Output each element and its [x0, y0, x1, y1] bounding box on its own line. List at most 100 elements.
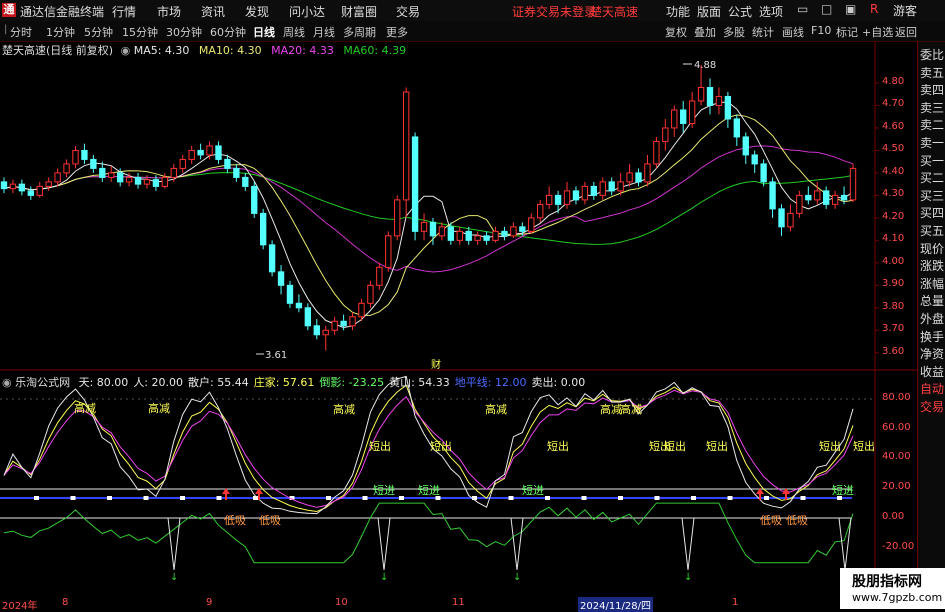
quote-field-6[interactable]: 买一	[920, 152, 944, 169]
tab-30min[interactable]: 30分钟	[166, 24, 202, 40]
candle-body	[590, 185, 598, 196]
indicator-value-2: 散户: 55.44	[188, 376, 249, 389]
candle-body	[778, 208, 785, 228]
menu-ask[interactable]: 问小达	[289, 3, 325, 20]
draw-button[interactable]: 画线	[782, 24, 804, 40]
quote-field-11[interactable]: 现价	[920, 240, 944, 257]
horizon-tick	[34, 496, 39, 500]
quote-field-5[interactable]: 卖一	[920, 134, 944, 151]
indicator-value-0: 天: 80.00	[78, 376, 129, 389]
candle	[635, 168, 642, 187]
quote-field-19[interactable]: 自动	[920, 380, 944, 397]
tab-monthly[interactable]: 月线	[313, 24, 335, 40]
candle-body	[63, 163, 70, 174]
candle-body	[376, 266, 383, 286]
candle-body	[545, 194, 553, 205]
adjust-button[interactable]: 复权	[665, 24, 687, 40]
candle	[742, 132, 749, 164]
quote-field-1[interactable]: 卖五	[920, 64, 944, 81]
candle	[0, 177, 8, 194]
spike-arrow-3: ↓	[684, 572, 692, 583]
candle-body	[715, 95, 723, 106]
tab-more[interactable]: 更多	[386, 24, 408, 40]
restore-icon[interactable]: □	[821, 2, 832, 16]
legend-toggle-icon[interactable]: ◉	[121, 44, 131, 57]
tab-multi-period[interactable]: 多周期	[343, 24, 376, 40]
quote-field-16[interactable]: 换手	[920, 328, 944, 345]
tab-1min[interactable]: 1分钟	[46, 24, 75, 40]
stats-button[interactable]: 统计	[752, 24, 774, 40]
menu-trade[interactable]: 交易	[396, 3, 420, 20]
candle-body	[688, 100, 696, 124]
price-grid	[875, 82, 879, 354]
candle-body	[751, 154, 758, 165]
quote-field-10[interactable]: 买五	[920, 222, 944, 239]
menu-options[interactable]: 选项	[759, 3, 783, 20]
quote-panel[interactable]: 委比 卖五 卖四 卖三 卖二 卖一 买一 买二 买三 买四 买五 现价 涨跌 涨幅 总量 外盘 换手 净资 收益 自动…	[917, 42, 945, 609]
quote-field-15[interactable]: 外盘	[920, 310, 944, 327]
candle	[537, 199, 544, 223]
watermark-title: 股朋指标网	[852, 574, 922, 590]
candle-body	[831, 194, 839, 205]
fin-marker[interactable]: 财	[431, 358, 441, 371]
candle	[733, 114, 741, 146]
candle-body	[528, 217, 535, 232]
quote-field-20[interactable]: 交易	[920, 398, 944, 415]
close-icon[interactable]: ▣	[845, 2, 856, 16]
quote-field-12[interactable]: 涨跌	[920, 257, 944, 274]
horizon-tick	[362, 496, 368, 500]
quote-field-8[interactable]: 买三	[920, 187, 944, 204]
menu-wealth[interactable]: 财富圈	[341, 3, 377, 20]
candle	[322, 325, 329, 351]
menu-discover[interactable]: 发现	[245, 3, 269, 20]
login-notice[interactable]: 证券交易未登录	[512, 3, 596, 20]
expand-icon[interactable]: |	[4, 24, 7, 35]
tab-15min[interactable]: 15分钟	[122, 24, 158, 40]
quote-field-7[interactable]: 买二	[920, 169, 944, 186]
candle	[438, 222, 446, 241]
quote-field-13[interactable]: 涨幅	[920, 275, 944, 292]
tab-60min[interactable]: 60分钟	[210, 24, 246, 40]
quote-field-0[interactable]: 委比	[920, 46, 944, 63]
date-label-4: 11	[452, 597, 465, 608]
menu-formula[interactable]: 公式	[728, 3, 752, 20]
tab-intraday[interactable]: 分时	[10, 24, 32, 40]
tab-daily[interactable]: 日线	[253, 24, 275, 40]
menu-news[interactable]: 资讯	[201, 3, 225, 20]
candle-body	[304, 307, 312, 327]
kline-chart[interactable]: 4.88 3.61 财 ↓↓↓↓↓	[0, 42, 917, 596]
low-mark-label: 3.61	[265, 350, 287, 361]
quote-field-17[interactable]: 净资	[920, 345, 944, 362]
candle	[751, 150, 758, 173]
candle-body	[769, 181, 776, 210]
mark-button[interactable]: 标记	[836, 24, 858, 40]
add-watchlist-button[interactable]: +自选	[862, 24, 893, 40]
f10-button[interactable]: F10	[811, 24, 831, 37]
quote-field-18[interactable]: 收益	[920, 363, 944, 380]
multi-stock-button[interactable]: 多股	[723, 24, 745, 40]
tab-weekly[interactable]: 周线	[283, 24, 305, 40]
menu-layout[interactable]: 版面	[697, 3, 721, 20]
candle-body	[197, 149, 204, 156]
minimize-icon[interactable]: ▭	[797, 2, 808, 16]
quote-field-9[interactable]: 买四	[920, 204, 944, 221]
indicator-toggle-icon[interactable]: ◉	[2, 376, 12, 389]
tab-5min[interactable]: 5分钟	[84, 24, 113, 40]
back-button[interactable]: 返回	[895, 24, 917, 40]
candle	[572, 186, 580, 205]
candle	[787, 204, 794, 232]
quote-field-3[interactable]: 卖三	[920, 99, 944, 116]
candle-body	[108, 172, 115, 178]
candle-body	[251, 185, 258, 214]
price-label-6: 4.20	[882, 210, 905, 222]
menu-market[interactable]: 市场	[157, 3, 181, 20]
spike-arrow-0: ↓	[170, 572, 178, 583]
quote-field-14[interactable]: 总量	[920, 292, 944, 309]
guest-user[interactable]: 游客	[893, 2, 917, 19]
menu-function[interactable]: 功能	[666, 3, 690, 20]
quote-field-2[interactable]: 卖四	[920, 81, 944, 98]
overlay-button[interactable]: 叠加	[694, 24, 716, 40]
menu-quotes[interactable]: 行情	[112, 3, 136, 20]
quote-field-4[interactable]: 卖二	[920, 116, 944, 133]
indicator-value-5: 黄山: 54.33	[389, 376, 450, 389]
